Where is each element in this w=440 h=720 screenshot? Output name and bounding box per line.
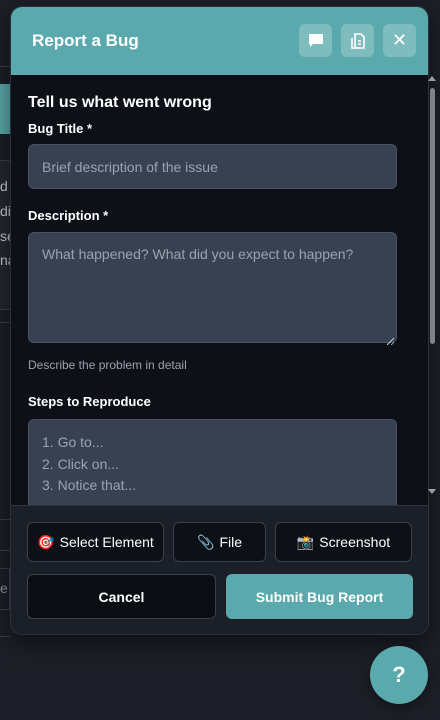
bug-title-input[interactable] (28, 144, 397, 189)
screenshot-button[interactable]: 📸 Screenshot (275, 522, 412, 562)
form-heading: Tell us what went wrong (28, 94, 212, 111)
header-actions: ✕ (299, 24, 416, 57)
cancel-button[interactable]: Cancel (27, 574, 216, 619)
camera-icon: 📸 (296, 533, 315, 550)
description-field-wrapper (28, 223, 397, 348)
background-divider (0, 322, 10, 323)
scrollbar-thumb[interactable] (430, 88, 435, 344)
background-text-fragment: di (0, 203, 10, 219)
scroll-up-arrow-icon[interactable] (428, 76, 436, 81)
background-divider (0, 550, 10, 551)
dialog-actions: Cancel Submit Bug Report (27, 574, 413, 619)
description-textarea[interactable] (28, 232, 397, 343)
attach-file-button[interactable]: 📎 File (173, 522, 266, 562)
background-text-fragment: na (0, 252, 10, 268)
description-help-text: Describe the problem in detail (28, 358, 187, 372)
description-label: Description * (28, 208, 109, 223)
background-accent-bar (0, 84, 10, 134)
dialog-body[interactable]: Tell us what went wrong Bug Title * Desc… (11, 75, 428, 505)
steps-textarea[interactable]: 1. Go to... 2. Click on... 3. Notice tha… (28, 419, 397, 505)
dialog-title: Report a Bug (32, 31, 139, 50)
background-input: e (0, 568, 10, 610)
background-input-text: e (0, 580, 8, 596)
background-divider (0, 636, 10, 637)
dialog-header: Report a Bug ✕ (11, 7, 428, 75)
steps-placeholder-line: 2. Click on... (42, 455, 120, 472)
bug-title-label: Bug Title * (28, 121, 93, 136)
select-element-label: Select Element (59, 534, 154, 550)
submit-bug-report-button[interactable]: Submit Bug Report (226, 574, 413, 619)
attachment-tools: 🎯 Select Element 📎 File 📸 Screenshot (27, 522, 412, 562)
steps-placeholder-line: 1. Go to... (42, 434, 104, 450)
attach-file-label: File (219, 534, 242, 550)
document-icon (350, 32, 365, 49)
help-button[interactable]: ? (370, 646, 428, 704)
document-button[interactable] (341, 24, 374, 57)
chat-button[interactable] (299, 24, 332, 57)
paperclip-icon: 📎 (197, 533, 215, 550)
resize-handle-icon[interactable] (387, 338, 394, 345)
background-divider (0, 66, 10, 67)
target-icon: 🎯 (37, 533, 55, 550)
close-icon: ✕ (391, 30, 408, 50)
steps-label: Steps to Reproduce (28, 394, 151, 409)
scroll-down-arrow-icon[interactable] (428, 489, 436, 494)
close-button[interactable]: ✕ (383, 24, 416, 57)
background-text-fragment: d (0, 178, 8, 194)
bug-report-dialog: Report a Bug ✕ Tell us what went wrong B… (10, 6, 429, 635)
chat-icon (308, 33, 324, 48)
screenshot-label: Screenshot (319, 534, 391, 550)
background-divider (0, 519, 10, 520)
select-element-button[interactable]: 🎯 Select Element (27, 522, 164, 562)
dialog-footer: 🎯 Select Element 📎 File 📸 Screenshot Can… (11, 505, 428, 634)
steps-placeholder-line: 3. Notice that... (42, 477, 137, 493)
background-text-fragment: se (0, 228, 10, 244)
